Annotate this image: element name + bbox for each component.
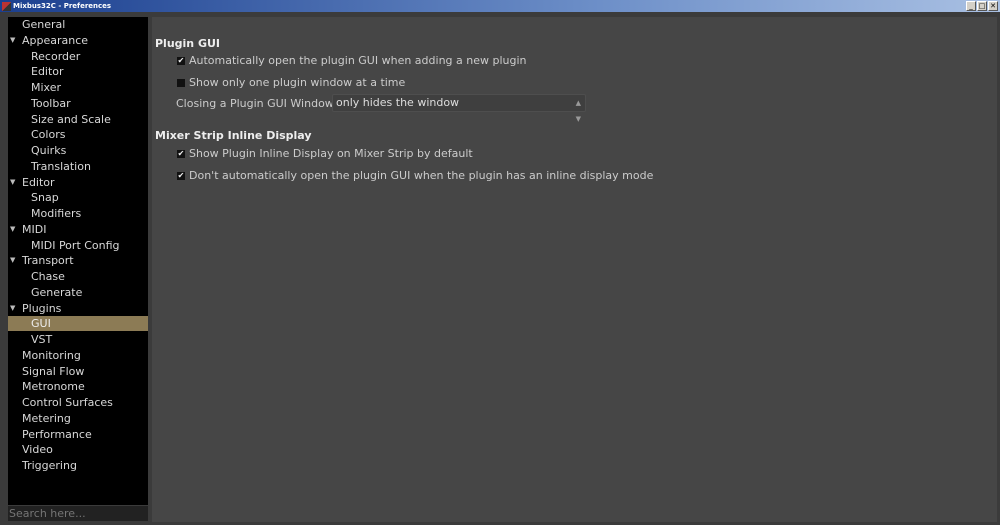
sidebar-item-label: Signal Flow	[22, 364, 85, 378]
option-label: Show only one plugin window at a time	[189, 76, 406, 89]
sidebar-item-label: GUI	[31, 317, 51, 331]
select-value: only hides the window	[336, 96, 460, 109]
expander-arrow-icon[interactable]: ▼	[10, 222, 15, 237]
option-show-inline-display[interactable]: ✔ Show Plugin Inline Display on Mixer Str…	[177, 147, 473, 160]
option-label: Show Plugin Inline Display on Mixer Stri…	[189, 147, 473, 160]
sidebar-item-recorder[interactable]: Recorder	[8, 49, 148, 64]
sidebar-item-plugins[interactable]: ▼ Plugins	[8, 301, 148, 316]
window-title: Mixbus32C - Preferences	[13, 2, 112, 10]
sidebar-item-midi[interactable]: ▼ MIDI	[8, 222, 148, 237]
section-heading-plugin-gui: Plugin GUI	[155, 37, 221, 50]
search-input[interactable]	[8, 506, 148, 521]
sidebar-item-label: VST	[31, 333, 53, 346]
sidebar-item-label: Translation	[31, 159, 91, 173]
option-auto-open-gui[interactable]: ✔ Automatically open the plugin GUI when …	[177, 54, 527, 67]
sidebar-item-label: Mixer	[31, 81, 62, 94]
sidebar-item-label: Size and Scale	[31, 112, 111, 126]
sidebar-item-midi-port-config[interactable]: MIDI Port Config	[8, 238, 148, 253]
sidebar-item-label: Metronome	[22, 380, 85, 394]
sidebar-item-gui[interactable]: GUI	[8, 316, 148, 332]
expander-arrow-icon[interactable]: ▼	[10, 301, 15, 316]
sidebar-item-colors[interactable]: Colors	[8, 127, 148, 142]
sidebar-item-modifiers[interactable]: Modifiers	[8, 206, 148, 221]
sidebar-item-label: Editor	[31, 65, 64, 79]
expander-arrow-icon[interactable]: ▼	[10, 253, 15, 268]
section-heading-inline-display: Mixer Strip Inline Display	[155, 129, 312, 142]
sidebar-item-vst[interactable]: VST	[8, 332, 148, 347]
sidebar-item-monitoring[interactable]: Monitoring	[8, 348, 148, 363]
sidebar-item-editor[interactable]: Editor	[8, 64, 148, 79]
close-button[interactable]: ✕	[988, 1, 998, 11]
sidebar-item-label: Quirks	[31, 144, 67, 157]
sidebar-item-label: Metering	[22, 411, 71, 425]
option-no-auto-open-inline[interactable]: ✔ Don't automatically open the plugin GUI…	[177, 169, 653, 182]
sidebar-item-translation[interactable]: Translation	[8, 159, 148, 174]
sidebar-item-signal-flow[interactable]: Signal Flow	[8, 364, 148, 379]
sidebar-item-metering[interactable]: Metering	[8, 411, 148, 426]
sidebar-item-label: Plugins	[22, 301, 62, 315]
sidebar-item-transport[interactable]: ▼ Transport	[8, 253, 148, 268]
sidebar-item-label: Performance	[22, 427, 92, 441]
preferences-tree: General ▼ Appearance Recorder Editor Mixer Too…	[8, 17, 148, 505]
sidebar-item-label: Recorder	[31, 49, 81, 63]
updown-chevron-icon: ▲ ▼	[575, 99, 581, 123]
sidebar-item-label: MIDI	[22, 222, 47, 236]
minimize-button[interactable]: _	[966, 1, 976, 11]
sidebar-item-control-surfaces[interactable]: Control Surfaces	[8, 395, 148, 410]
checkbox-checked-icon[interactable]: ✔	[177, 149, 185, 158]
sidebar-item-label: Appearance	[22, 33, 89, 47]
sidebar-item-performance[interactable]: Performance	[8, 427, 148, 442]
sidebar-item-label: Transport	[22, 254, 74, 268]
sidebar-item-label: Modifiers	[31, 207, 82, 220]
sidebar-item-label: Colors	[31, 128, 66, 142]
expander-arrow-icon[interactable]: ▼	[10, 33, 15, 48]
sidebar-item-label: Control Surfaces	[22, 396, 113, 409]
closing-window-label: Closing a Plugin GUI Window:	[176, 97, 337, 110]
sidebar-item-video[interactable]: Video	[8, 442, 148, 457]
sidebar-item-label: Monitoring	[22, 348, 81, 362]
option-label: Don't automatically open the plugin GUI …	[189, 169, 654, 182]
sidebar-item-label: Chase	[31, 270, 65, 283]
sidebar-item-snap[interactable]: Snap	[8, 190, 148, 205]
sidebar-item-label: Snap	[31, 191, 59, 205]
option-label: Automatically open the plugin GUI when a…	[189, 54, 527, 67]
sidebar-item-label: Generate	[31, 285, 83, 299]
title-bar: Mixbus32C - Preferences _ □ ✕	[0, 0, 1000, 12]
sidebar-item-label: General	[22, 18, 66, 31]
sidebar-item-label: Video	[22, 443, 53, 457]
sidebar-item-mixer[interactable]: Mixer	[8, 80, 148, 95]
sidebar-item-triggering[interactable]: Triggering	[8, 458, 148, 473]
sidebar-item-size-and-scale[interactable]: Size and Scale	[8, 112, 148, 127]
checkbox-checked-icon[interactable]: ✔	[177, 171, 185, 180]
expander-arrow-icon[interactable]: ▼	[10, 175, 15, 190]
option-one-plugin-window[interactable]: Show only one plugin window at a time	[177, 76, 405, 89]
sidebar-item-metronome[interactable]: Metronome	[8, 379, 148, 394]
checkbox-unchecked-icon[interactable]	[177, 78, 185, 87]
sidebar-item-appearance[interactable]: ▼ Appearance	[8, 33, 148, 48]
maximize-button[interactable]: □	[977, 1, 987, 11]
sidebar-item-label: Toolbar	[31, 96, 71, 110]
sidebar-item-generate[interactable]: Generate	[8, 285, 148, 300]
sidebar-item-chase[interactable]: Chase	[8, 269, 148, 284]
checkbox-checked-icon[interactable]: ✔	[177, 56, 185, 65]
closing-window-select[interactable]: only hides the window ▲ ▼	[332, 94, 586, 123]
sidebar-item-quirks[interactable]: Quirks	[8, 143, 148, 158]
sidebar-item-label: MIDI Port Config	[31, 238, 120, 252]
sidebar-item-editor[interactable]: ▼ Editor	[8, 175, 148, 190]
sidebar-item-label: Editor	[22, 175, 55, 189]
sidebar-item-general[interactable]: General	[8, 17, 148, 32]
sidebar-item-toolbar[interactable]: Toolbar	[8, 96, 148, 111]
plugin-gui-panel: Plugin GUI ✔ Automatically open the plugi…	[152, 17, 997, 522]
sidebar-item-label: Triggering	[22, 459, 77, 472]
app-icon	[2, 1, 11, 11]
